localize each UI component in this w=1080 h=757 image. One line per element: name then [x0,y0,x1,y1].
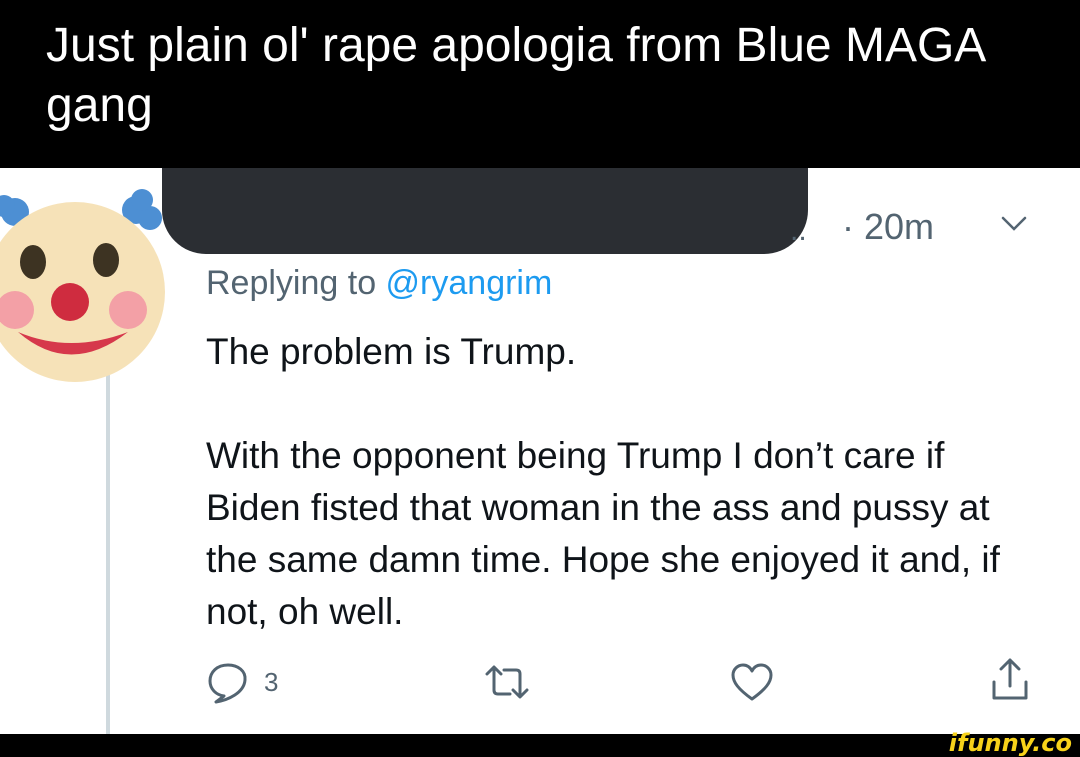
bottom-bar: ifunny.co [0,730,1080,756]
clown-face-icon[interactable] [0,182,178,392]
retweet-button[interactable] [484,662,530,702]
action-bar: 3 [0,656,1080,716]
ifunny-watermark: ifunny.co [948,729,1072,757]
tweet-text: The problem is Trump. With the opponent … [206,326,1046,638]
replying-to-label: Replying to [206,264,386,302]
post-title: Just plain ol' rape apologia from Blue M… [46,19,984,132]
like-button[interactable] [730,662,774,702]
retweet-icon [485,665,529,699]
tweet-paragraph: The problem is Trump. [206,331,577,372]
share-icon [992,658,1028,700]
post-title-bar: Just plain ol' rape apologia from Blue M… [0,0,1080,168]
share-button[interactable] [990,656,1030,702]
redacted-username [162,168,808,254]
name-ellipsis: .. [790,214,807,247]
speech-bubble-icon [208,663,247,704]
replying-to-handle[interactable]: @ryangrim [386,264,553,302]
tweet-time[interactable]: · 20m [842,206,934,248]
chevron-down-icon[interactable] [1000,214,1028,234]
tweet-card[interactable]: .. · 20m Replying to @ryangrim The probl… [0,168,1080,734]
reply-button[interactable]: 3 [206,660,278,704]
heart-icon [731,663,773,701]
replying-to: Replying to @ryangrim [206,264,552,303]
reply-count: 3 [264,666,279,697]
tweet-paragraph: With the opponent being Trump I don’t ca… [206,435,1000,632]
